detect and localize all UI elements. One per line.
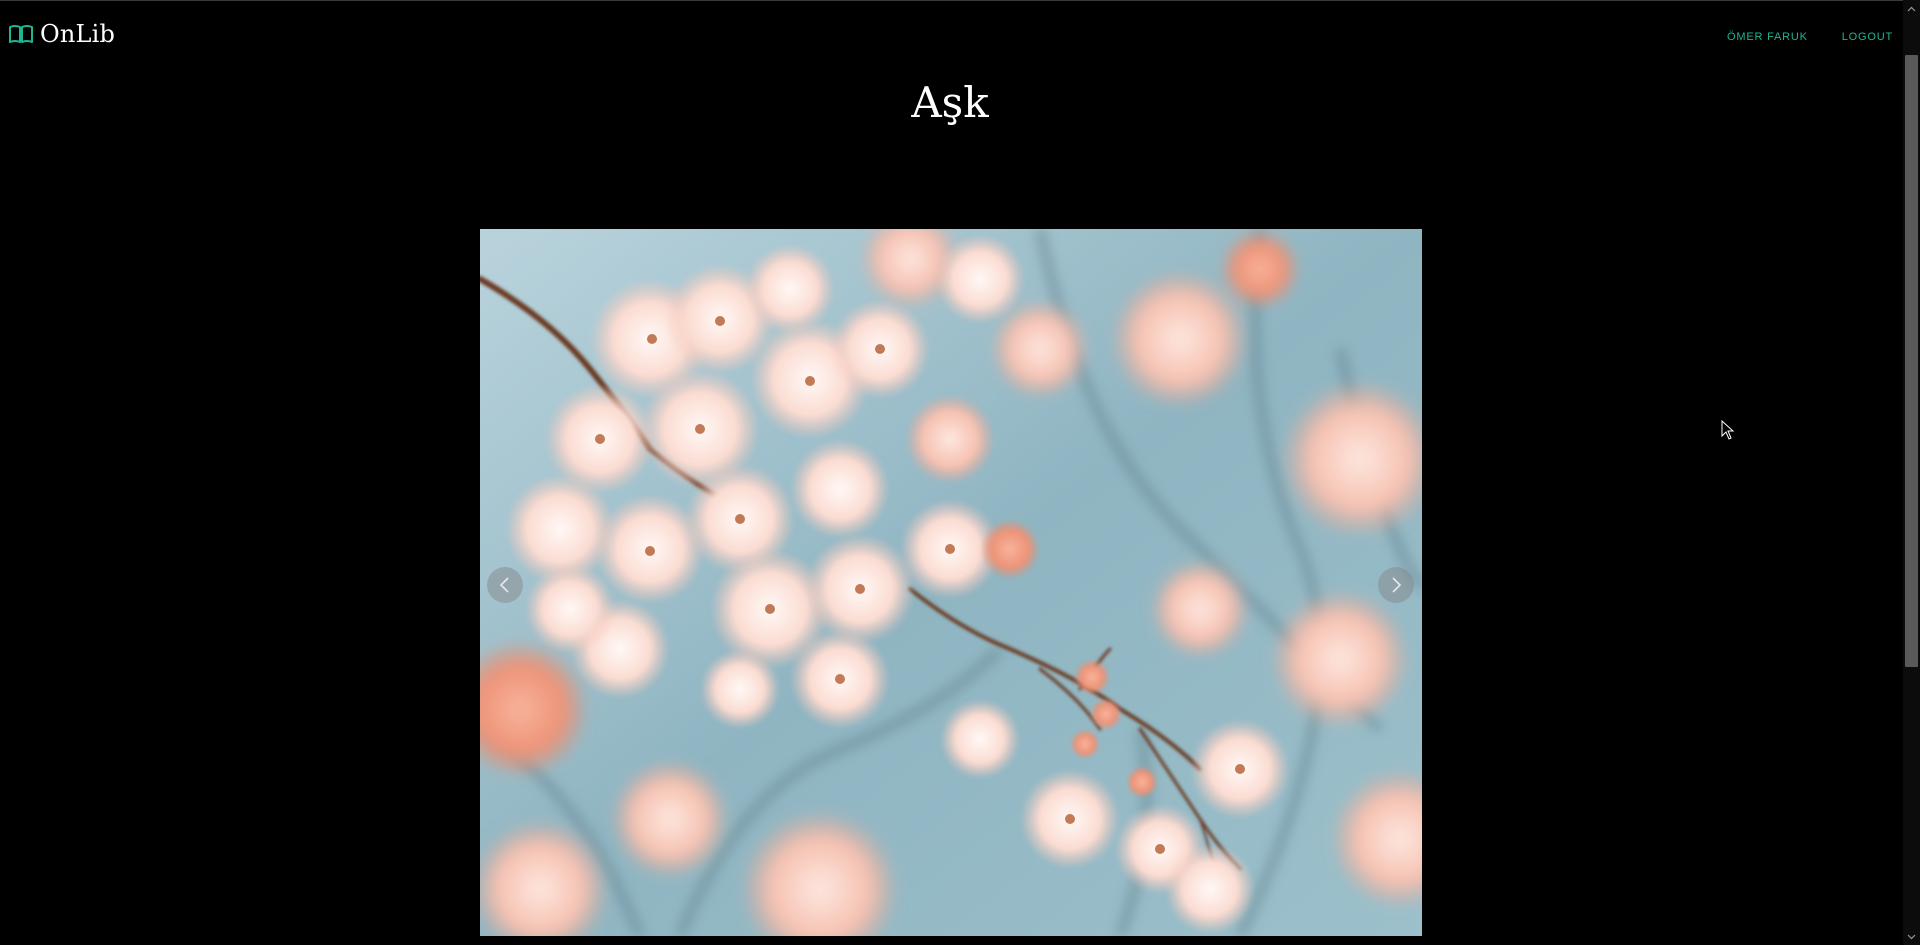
nav-logout-link[interactable]: LOGOUT	[1842, 31, 1893, 43]
book-icon	[8, 23, 34, 45]
chevron-up-icon	[1907, 6, 1916, 11]
chevron-down-icon	[1907, 934, 1916, 939]
chevron-right-icon	[1392, 577, 1402, 593]
scrollbar-thumb[interactable]	[1905, 55, 1918, 667]
scroll-down-button[interactable]	[1903, 928, 1920, 945]
cherry-blossom-image	[480, 229, 1422, 936]
mouse-cursor-icon	[1721, 420, 1735, 440]
vertical-scrollbar[interactable]	[1903, 0, 1920, 945]
carousel-next-button[interactable]	[1378, 567, 1414, 603]
top-border	[0, 0, 1920, 1]
carousel-prev-button[interactable]	[487, 567, 523, 603]
nav-user-link[interactable]: ÖMER FARUK	[1727, 31, 1808, 43]
page: OnLib ÖMER FARUK LOGOUT Aşk	[0, 0, 1920, 945]
image-carousel	[480, 229, 1422, 936]
brand-name: OnLib	[40, 20, 116, 48]
user-nav: ÖMER FARUK LOGOUT	[1727, 31, 1893, 43]
brand-logo-link[interactable]: OnLib	[8, 20, 115, 48]
chevron-left-icon	[499, 577, 509, 593]
scroll-up-button[interactable]	[1903, 0, 1920, 17]
page-title: Aşk	[911, 78, 989, 127]
